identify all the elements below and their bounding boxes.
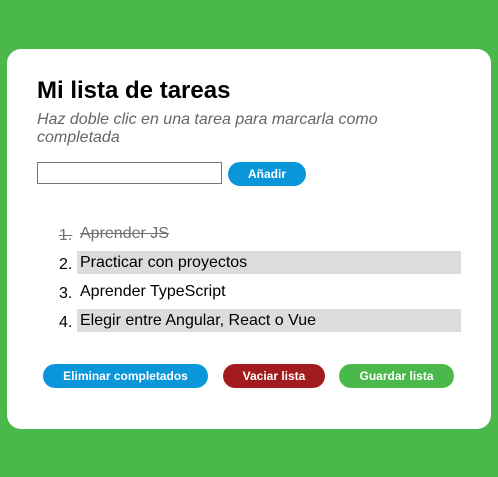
task-list: 1. Aprender JS 2. Practicar con proyecto… [52,222,462,338]
save-list-button[interactable]: Guardar lista [339,364,454,388]
task-number: 4. [59,314,73,331]
task-text: Practicar con proyectos [77,251,461,274]
task-text: Aprender TypeScript [80,283,226,300]
task-text: Elegir entre Angular, React o Vue [77,309,461,332]
task-text: Aprender JS [80,225,169,242]
add-task-button[interactable]: Añadir [228,162,306,186]
task-number: 2. [59,256,73,273]
todo-card: Mi lista de tareas Haz doble clic en una… [7,49,491,429]
page-title: Mi lista de tareas [37,77,231,104]
task-item[interactable]: 4. Elegir entre Angular, React o Vue [52,309,462,338]
task-item[interactable]: 3. Aprender TypeScript [52,280,462,309]
new-task-input[interactable] [37,162,222,184]
instructions-text: Haz doble clic en una tarea para marcarl… [37,111,378,146]
clear-list-button[interactable]: Vaciar lista [223,364,325,388]
task-item[interactable]: 1. Aprender JS [52,222,462,251]
task-number: 3. [59,285,73,302]
remove-completed-button[interactable]: Eliminar completados [43,364,208,388]
task-number: 1. [59,227,73,244]
task-item[interactable]: 2. Practicar con proyectos [52,251,462,280]
